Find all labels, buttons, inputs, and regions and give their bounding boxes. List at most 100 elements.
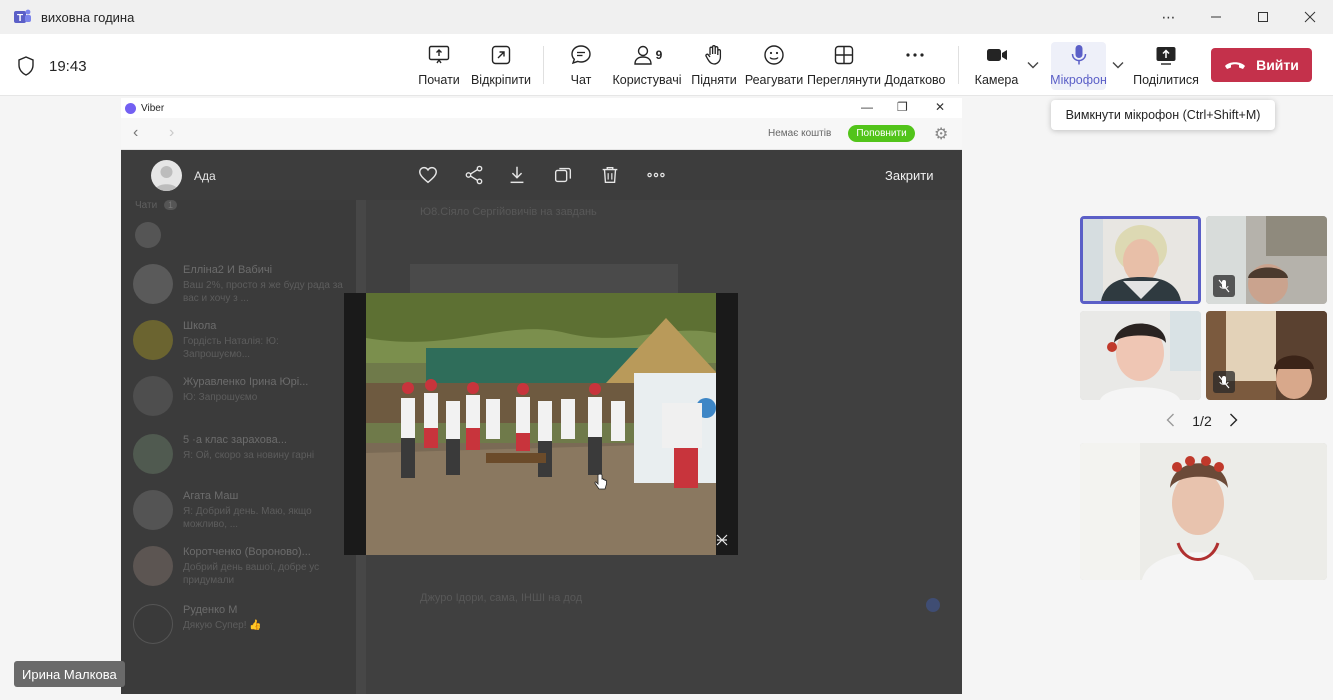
microphone-label: Мікрофон [1050, 73, 1107, 87]
viber-top-up-button: Поповнити [848, 125, 915, 142]
viber-restore-icon: ❐ [897, 100, 908, 114]
viewer-user-name: Ада [194, 169, 216, 183]
next-page-chevron-icon[interactable] [1229, 413, 1238, 430]
toolbar-divider [958, 46, 959, 84]
camera-label: Камера [974, 73, 1019, 87]
microphone-options-chevron-icon[interactable] [1112, 58, 1124, 72]
chat-list-item: Руденко М Дякую Супер! 👍 [133, 602, 355, 652]
raise-hand-icon [705, 45, 722, 65]
unpin-button[interactable]: Відкріпити [470, 42, 532, 90]
microphone-tooltip: Вимкнути мікрофон (Ctrl+Shift+M) [1051, 100, 1275, 130]
minimize-button[interactable] [1192, 0, 1239, 34]
present-label: Почати [418, 73, 460, 87]
viber-nav-bar: ‹ › Немає коштів Поповнити ⚙ [121, 118, 962, 150]
more-options-icon[interactable]: ⋯ [1145, 0, 1192, 34]
teams-logo-icon: T [14, 9, 31, 24]
toolbar-divider [543, 46, 544, 84]
spotlight-video-tile[interactable] [1080, 443, 1327, 580]
maximize-button[interactable] [1239, 0, 1286, 34]
meeting-timer: 19:43 [49, 58, 87, 75]
delete-icon [602, 166, 618, 184]
gallery-page-indicator: 1/2 [1192, 413, 1212, 429]
unpin-icon [491, 45, 511, 65]
viber-minimize-icon: — [861, 100, 873, 114]
people-button[interactable]: 9 Користувачі [612, 42, 682, 90]
chat-label: Чат [570, 73, 592, 87]
svg-text:T: T [17, 13, 23, 24]
people-icon [633, 45, 652, 65]
muted-mic-icon [1213, 275, 1235, 297]
chat-list-item: Коротченко (Вороново)... Добрий день вашо… [133, 544, 355, 594]
react-icon [764, 45, 784, 65]
participants-count: 9 [655, 48, 663, 62]
react-button[interactable]: Реагувати [744, 42, 804, 90]
chat-list-item: Школа Гордість Наталія: Ю: Запрошуємо... [133, 318, 355, 368]
share-button[interactable]: Поділитися [1133, 42, 1199, 90]
camera-options-chevron-icon[interactable] [1027, 58, 1039, 72]
unpin-label: Відкріпити [470, 73, 532, 87]
viber-close-icon: ✕ [935, 100, 946, 114]
heart-icon [419, 166, 437, 184]
viber-chat-list: Чати 1 Елліна2 И Вабичі Ваш 2%, просто я … [121, 150, 356, 694]
participant-video-tile[interactable] [1080, 311, 1201, 400]
viber-chats-count: 1 [163, 200, 177, 210]
viber-title-bar: Viber — ❐ ✕ [121, 98, 962, 118]
scroll-down-icon [926, 598, 940, 612]
meeting-toolbar: 19:43 Почати Відкріпити Чат 9 Користувач… [0, 34, 1333, 96]
chat-list-item: 5 ·а клас зарахова... Я: Ой, скоро за нов… [133, 432, 355, 482]
viber-logo-icon [125, 102, 136, 114]
leave-button[interactable]: Вийти [1211, 48, 1312, 82]
chat-list-item: Агата Маш Я: Добрий день. Маю, якщо можли… [133, 488, 355, 538]
chat-bubble [410, 264, 678, 294]
share-label: Поділитися [1133, 73, 1199, 87]
share-icon [465, 165, 483, 185]
present-icon [428, 45, 450, 64]
participant-video-tile[interactable] [1206, 216, 1327, 304]
chat-bg-message: Джуро Ідори, сама, ІНШІ на дод [420, 592, 583, 604]
chat-icon [571, 45, 591, 65]
presenter-name-tag: Ирина Малкова [14, 661, 125, 687]
previous-page-chevron-icon[interactable] [1166, 413, 1175, 430]
viber-back-icon: ‹ [133, 124, 139, 141]
camera-icon [986, 49, 1007, 61]
photo-viewer-frame [344, 293, 738, 555]
more-button[interactable]: Додатково [885, 42, 946, 90]
shield-icon [18, 56, 34, 76]
forward-icon [554, 167, 572, 183]
window-title: виховна година [41, 9, 135, 25]
view-icon [834, 45, 854, 65]
viber-gear-icon: ⚙ [934, 126, 949, 143]
hang-up-icon [1225, 62, 1246, 69]
raise-hand-label: Підняти [691, 73, 737, 87]
viber-search-avatar [135, 222, 161, 248]
photo-viewer-header: Ада Закрити [121, 150, 962, 200]
participant-video-tile[interactable] [1080, 216, 1201, 304]
viber-no-funds: Немає коштів [768, 128, 832, 139]
view-label: Переглянути [806, 73, 882, 87]
expand-icon [716, 534, 728, 546]
view-button[interactable]: Переглянути [806, 42, 882, 90]
chat-list-item: Журавленко Ірина Юрі... Ю: Запрошуємо [133, 374, 355, 424]
microphone-icon [1071, 45, 1086, 65]
react-label: Реагувати [744, 73, 804, 87]
microphone-button[interactable]: Мікрофон [1050, 42, 1107, 90]
chat-bg-message: Ю8.Сіяло Сергійовичів на завдань [420, 206, 597, 218]
viewer-close-button: Закрити [885, 168, 934, 183]
viber-forward-icon: › [169, 124, 175, 141]
download-icon [510, 166, 524, 184]
title-bar: T виховна година ⋯ [0, 0, 1333, 34]
viber-title: Viber [141, 102, 165, 114]
chat-button[interactable]: Чат [565, 42, 597, 90]
present-button[interactable]: Почати [416, 42, 462, 90]
raise-hand-button[interactable]: Підняти [691, 42, 737, 90]
more-icon [906, 53, 924, 57]
viber-chats-label: Чати 1 [135, 200, 177, 211]
camera-button[interactable]: Камера [974, 42, 1019, 90]
mouse-cursor-icon [594, 473, 607, 490]
muted-mic-icon [1213, 371, 1235, 393]
gallery-pager: 1/2 [1166, 411, 1238, 431]
participant-video-tile[interactable] [1206, 311, 1327, 400]
user-avatar [151, 160, 182, 191]
people-label: Користувачі [612, 73, 682, 87]
close-window-button[interactable] [1286, 0, 1333, 34]
